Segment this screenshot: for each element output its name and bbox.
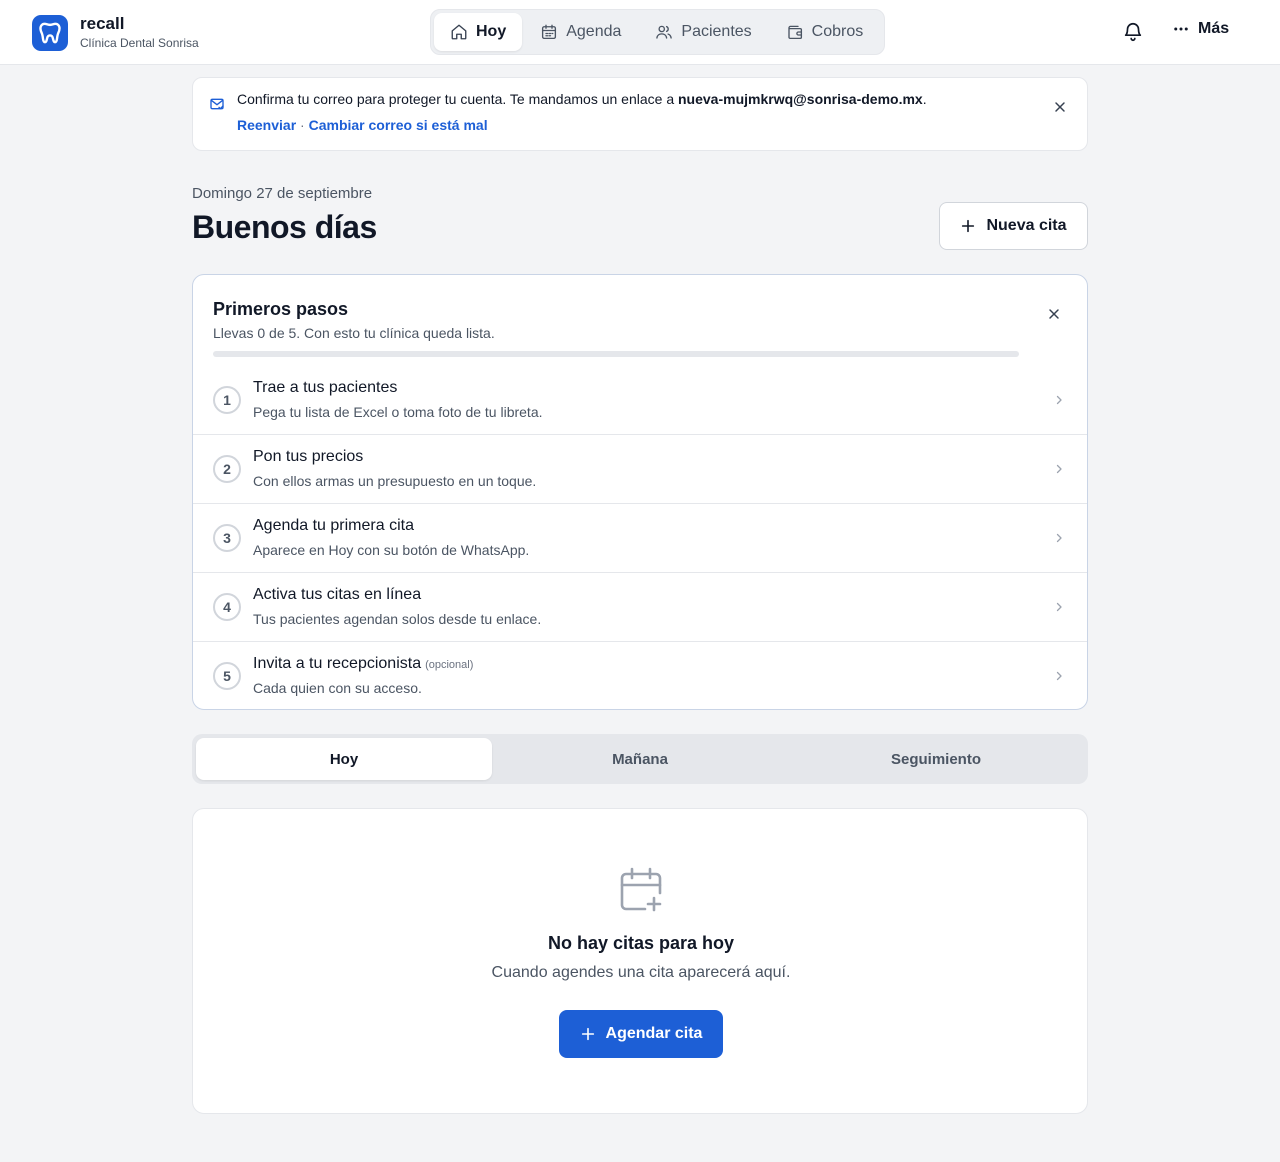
onboarding-title: Primeros pasos	[213, 299, 349, 319]
onboarding-step[interactable]: 2 Pon tus precios Con ellos armas un pre…	[193, 434, 1087, 503]
email-confirmation-notice: Confirma tu correo para proteger tu cuen…	[192, 77, 1088, 151]
nav-item-cobros[interactable]: Cobros	[770, 13, 880, 51]
home-icon	[451, 24, 467, 40]
nav-item-pacientes[interactable]: Pacientes	[639, 13, 767, 51]
more-label: Más	[1198, 20, 1230, 37]
notice-email: nueva-mujmkrwq@sonrisa-demo.mx	[678, 91, 923, 107]
tab-hoy[interactable]: Hoy	[196, 738, 492, 780]
step-title: Trae a tus pacientes	[253, 379, 401, 397]
onboarding-step[interactable]: 3 Agenda tu primera cita Aparece en Hoy …	[193, 503, 1087, 572]
empty-state-title: No hay citas para hoy	[547, 933, 735, 953]
plus-icon	[962, 219, 975, 233]
tab-seguimiento[interactable]: Seguimiento	[788, 738, 1084, 780]
nav-item-label: Hoy	[476, 23, 507, 40]
schedule-appointment-label: Agendar cita	[605, 1025, 703, 1042]
link-separator: ·	[296, 117, 309, 133]
step-title-text: Pon tus precios	[253, 448, 364, 465]
mail-icon	[209, 96, 225, 117]
notice-links: Reenviar · Cambiar correo si está mal	[237, 116, 488, 134]
nav-item-label: Cobros	[811, 23, 864, 40]
onboarding-step[interactable]: 4 Activa tus citas en línea Tus paciente…	[193, 572, 1087, 641]
step-number: 3	[213, 524, 241, 552]
new-appointment-button[interactable]: Nueva cita	[939, 202, 1088, 250]
chevron-right-icon	[1056, 533, 1062, 543]
onboarding-progress-bar	[213, 351, 1019, 357]
step-title: Agenda tu primera cita	[253, 517, 418, 535]
appointments-tabs: Hoy Mañana Seguimiento	[192, 734, 1088, 784]
step-optional-tag: (opcional)	[425, 659, 474, 671]
brand-name: recall	[80, 14, 125, 33]
step-description: Aparece en Hoy con su botón de WhatsApp.	[253, 542, 530, 558]
main-nav: Hoy Agenda Pacientes Cobros	[430, 9, 885, 55]
nav-item-agenda[interactable]: Agenda	[524, 13, 637, 51]
calendar-plus-icon	[619, 867, 663, 918]
onboarding-card: Primeros pasos Llevas 0 de 5. Con esto t…	[192, 274, 1088, 710]
more-menu-button[interactable]: Más	[1172, 20, 1229, 38]
notice-close-button[interactable]	[1052, 99, 1068, 120]
step-title-text: Agenda tu primera cita	[253, 517, 414, 534]
nav-item-label: Pacientes	[681, 23, 752, 40]
notice-punctuation: .	[922, 91, 927, 107]
notifications-button[interactable]	[1122, 21, 1144, 43]
step-title: Invita a tu recepcionista (opcional)	[253, 655, 473, 673]
calendar-icon	[542, 24, 557, 40]
new-appointment-label: Nueva cita	[986, 217, 1067, 234]
brand[interactable]: recall Clínica Dental Sonrisa	[32, 14, 199, 51]
appointments-empty-state: No hay citas para hoy Cuando agendes una…	[192, 808, 1088, 1114]
onboarding-step[interactable]: 5 Invita a tu recepcionista (opcional) Ca…	[193, 641, 1087, 709]
current-date: Domingo 27 de septiembre	[192, 185, 373, 202]
empty-state-subtitle: Cuando agendes una cita aparecerá aquí.	[491, 964, 791, 981]
step-number: 4	[213, 593, 241, 621]
step-title-text: Activa tus citas en línea	[253, 586, 422, 603]
users-icon	[656, 25, 673, 39]
step-number: 2	[213, 455, 241, 483]
page-title: Buenos días	[192, 209, 377, 245]
step-description: Con ellos armas un presupuesto en un toq…	[253, 473, 537, 489]
clinic-name: Clínica Dental Sonrisa	[80, 36, 199, 50]
nav-item-hoy[interactable]: Hoy	[434, 13, 523, 51]
wallet-icon	[787, 25, 802, 40]
onboarding-close-button[interactable]	[1046, 306, 1062, 327]
change-email-link[interactable]: Cambiar correo si está mal	[309, 117, 488, 133]
step-description: Tus pacientes agendan solos desde tu enl…	[253, 611, 542, 627]
step-description: Pega tu lista de Excel o toma foto de tu…	[253, 404, 543, 420]
notice-text: Confirma tu correo para proteger tu cuen…	[237, 91, 678, 107]
onboarding-subtitle: Llevas 0 de 5. Con esto tu clínica queda…	[213, 325, 495, 341]
plus-icon	[581, 1027, 594, 1041]
resend-link[interactable]: Reenviar	[237, 117, 296, 133]
nav-item-label: Agenda	[566, 23, 622, 40]
step-title: Activa tus citas en línea	[253, 586, 425, 604]
step-number: 5	[213, 662, 241, 690]
bell-icon	[1124, 23, 1142, 42]
step-number: 1	[213, 386, 241, 414]
close-icon	[1049, 309, 1059, 319]
schedule-appointment-button[interactable]: Agendar cita	[559, 1010, 723, 1058]
onboarding-step[interactable]: 1 Trae a tus pacientes Pega tu lista de …	[193, 366, 1087, 435]
step-description: Cada quien con su acceso.	[253, 680, 422, 696]
chevron-right-icon	[1056, 395, 1062, 405]
chevron-right-icon	[1056, 671, 1062, 681]
notice-message: Confirma tu correo para proteger tu cuen…	[237, 90, 927, 108]
chevron-right-icon	[1056, 602, 1062, 612]
tab-manana[interactable]: Mañana	[492, 738, 788, 780]
step-title-text: Trae a tus pacientes	[253, 379, 398, 396]
ellipsis-icon	[1174, 27, 1188, 31]
step-title-text: Invita a tu recepcionista	[253, 655, 422, 672]
top-bar: recall Clínica Dental Sonrisa Hoy Agenda…	[0, 0, 1280, 65]
tooth-logo-icon	[32, 14, 68, 51]
step-title: Pon tus precios	[253, 448, 367, 466]
chevron-right-icon	[1056, 464, 1062, 474]
close-icon	[1055, 102, 1065, 112]
